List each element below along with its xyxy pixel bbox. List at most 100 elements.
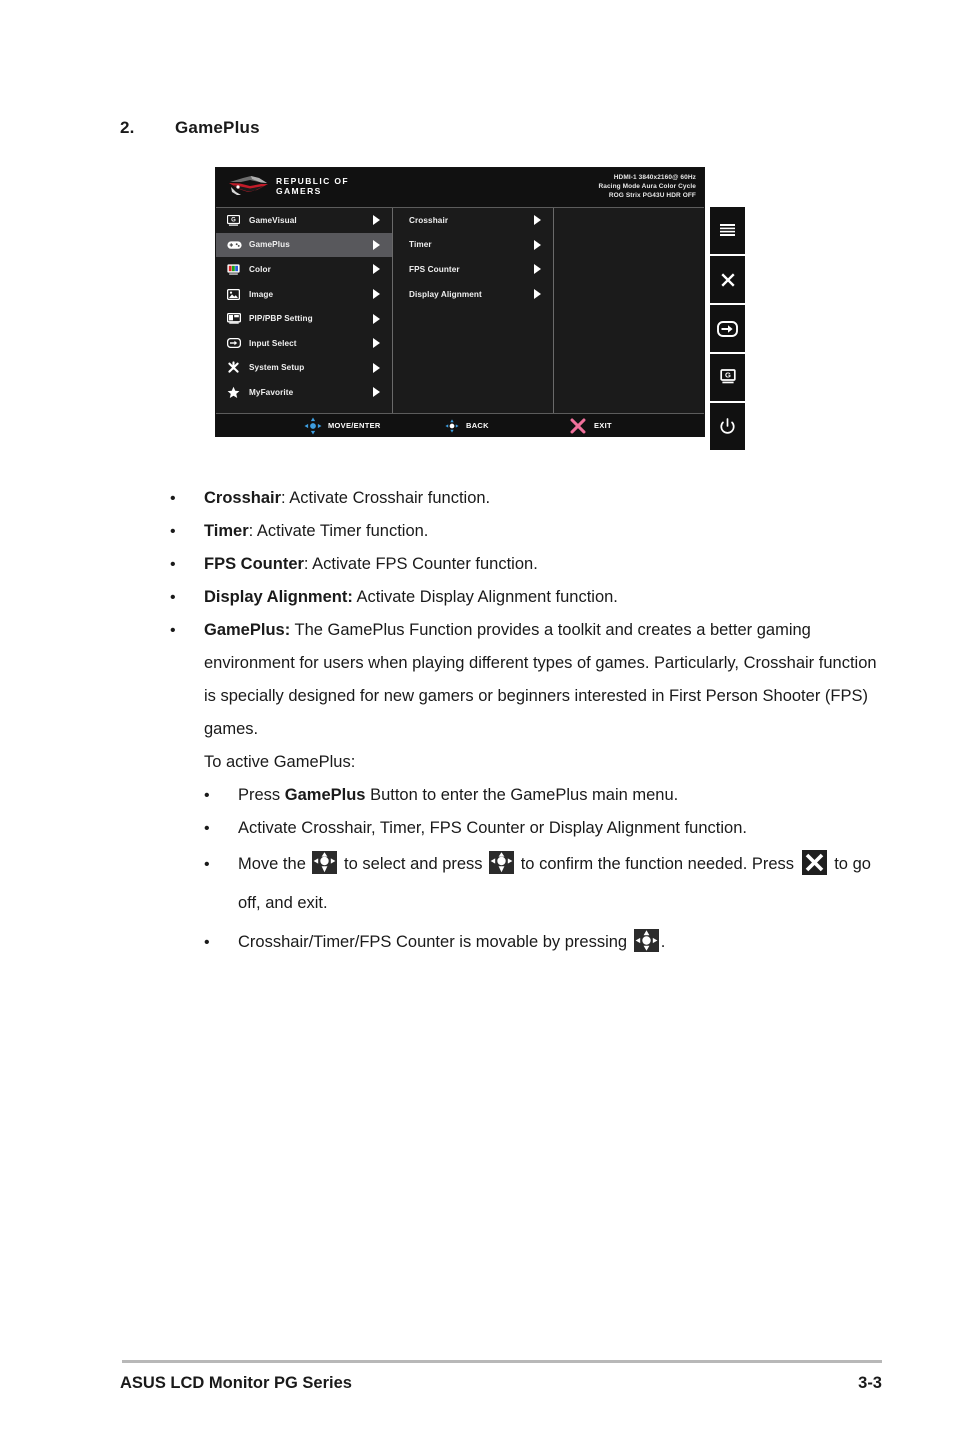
bullet-marker: • <box>170 490 176 507</box>
hint-move-enter: MOVE/ENTER <box>304 417 381 435</box>
menu-item-gamevisual[interactable]: G GameVisual <box>216 208 392 233</box>
term-gameplus: GamePlus: <box>204 621 291 639</box>
bullet-marker: • <box>170 589 176 606</box>
bullet-marker: • <box>170 622 176 639</box>
body-content: • Crosshair: Activate Crosshair function… <box>120 482 880 962</box>
menu-item-input-select[interactable]: Input Select <box>216 331 392 356</box>
menu-label: GameVisual <box>249 215 297 225</box>
term-display-alignment: Display Alignment: <box>204 588 353 606</box>
menu-label: System Setup <box>249 363 305 373</box>
bullet-marker: • <box>170 556 176 573</box>
bullet-marker: • <box>204 856 210 873</box>
osd-info-line3: ROG Strix PG43U HDR OFF <box>608 192 696 199</box>
osd-sub-menu: Crosshair Timer FPS Counter Display Alig… <box>393 208 554 413</box>
close-button[interactable] <box>710 256 745 303</box>
rog-logo: REPUBLIC OF GAMERS <box>228 175 349 197</box>
color-icon <box>227 264 249 275</box>
chevron-right-icon <box>534 264 541 275</box>
step-text-b: . <box>660 933 666 951</box>
desc-fps-counter: : Activate FPS Counter function. <box>303 555 538 573</box>
chevron-right-icon <box>534 215 541 226</box>
osd-main-menu: G GameVisual GamePlus Color Image PIP/PB… <box>216 208 393 413</box>
submenu-label: Crosshair <box>409 215 449 225</box>
menu-label: GamePlus <box>249 240 290 250</box>
osd-info-line2: Racing Mode Aura Color Cycle <box>598 183 696 190</box>
step-text-pre: Press <box>238 786 285 804</box>
menu-item-pip-pbp-setting[interactable]: PIP/PBP Setting <box>216 306 392 331</box>
chevron-right-icon <box>373 362 380 373</box>
osd-header: REPUBLIC OF GAMERS HDMI-1 3840x2160@ 60H… <box>216 168 704 208</box>
step-text: Activate Crosshair, Timer, FPS Counter o… <box>238 819 747 837</box>
gamevisual-icon: G <box>227 214 249 226</box>
hint-back: BACK <box>444 418 489 433</box>
rog-logo-wordmark: REPUBLIC OF GAMERS <box>276 176 349 196</box>
submenu-label: FPS Counter <box>409 264 460 274</box>
bullet-crosshair: • Crosshair: Activate Crosshair function… <box>120 482 880 515</box>
input-arrow-icon <box>717 320 738 337</box>
submenu-label: Display Alignment <box>409 289 482 299</box>
gamevisual-button[interactable]: G <box>710 354 745 401</box>
chevron-right-icon <box>373 264 380 275</box>
menu-label: Input Select <box>249 338 297 348</box>
submenu-item-timer[interactable]: Timer <box>393 233 553 258</box>
desc-display-alignment: Activate Display Alignment function. <box>352 588 618 606</box>
step-activate-functions: • Activate Crosshair, Timer, FPS Counter… <box>120 812 880 845</box>
joystick-icon <box>489 851 515 874</box>
osd-hint-bar: MOVE/ENTER BACK EXIT <box>216 413 704 437</box>
submenu-item-fps-counter[interactable]: FPS Counter <box>393 257 553 282</box>
svg-text:G: G <box>725 371 731 380</box>
footer-page-number: 3-3 <box>858 1374 882 1392</box>
menu-item-image[interactable]: Image <box>216 282 392 307</box>
system-setup-icon <box>227 361 249 374</box>
chevron-right-icon <box>373 215 380 226</box>
menu-item-system-setup[interactable]: System Setup <box>216 356 392 381</box>
close-x-icon <box>801 850 827 875</box>
input-select-button[interactable] <box>710 305 745 352</box>
submenu-label: Timer <box>409 240 432 250</box>
chevron-right-icon <box>534 289 541 300</box>
gameplus-icon <box>227 240 249 250</box>
bullet-marker: • <box>204 787 210 804</box>
menu-label: Image <box>249 289 274 299</box>
chevron-right-icon <box>534 239 541 250</box>
image-icon <box>227 288 249 300</box>
menu-item-color[interactable]: Color <box>216 257 392 282</box>
joystick-icon <box>445 418 459 433</box>
joystick-icon <box>633 929 659 952</box>
submenu-item-display-alignment[interactable]: Display Alignment <box>393 282 553 307</box>
desc-timer: : Activate Timer function. <box>248 522 429 540</box>
osd-panel: REPUBLIC OF GAMERS HDMI-1 3840x2160@ 60H… <box>215 167 705 437</box>
chevron-right-icon <box>373 387 380 398</box>
menu-item-gameplus[interactable]: GamePlus <box>216 232 392 258</box>
term-crosshair: Crosshair <box>204 489 282 507</box>
power-button[interactable] <box>710 403 745 450</box>
step-move-select-confirm: • Move the to select and press to confir… <box>120 845 880 923</box>
menu-button[interactable] <box>710 207 745 254</box>
hint-exit: EXIT <box>568 417 612 435</box>
hint-label: BACK <box>466 421 489 430</box>
step-text-c: to confirm the function needed. Press <box>516 855 799 873</box>
bullet-display-alignment: • Display Alignment: Activate Display Al… <box>120 581 880 614</box>
term-timer: Timer <box>204 522 249 540</box>
footer-divider <box>122 1360 882 1363</box>
hint-label: MOVE/ENTER <box>328 421 381 430</box>
input-select-icon <box>227 338 249 349</box>
osd-body: G GameVisual GamePlus Color Image PIP/PB… <box>216 208 704 413</box>
step-text-b: to select and press <box>339 855 488 873</box>
step-text-bold: GamePlus <box>284 786 366 804</box>
term-fps-counter: FPS Counter <box>204 555 304 573</box>
desc-crosshair: : Activate Crosshair function. <box>281 489 491 507</box>
submenu-item-crosshair[interactable]: Crosshair <box>393 208 553 233</box>
menu-item-myfavorite[interactable]: MyFavorite <box>216 380 392 405</box>
step-text-post: Button to enter the GamePlus main menu. <box>365 786 679 804</box>
osd-info-line1: HDMI-1 3840x2160@ 60Hz <box>613 174 696 181</box>
monitor-hardware-buttons: G <box>710 207 745 452</box>
bullet-gameplus: • GamePlus: The GamePlus Function provid… <box>120 614 880 746</box>
menu-label: MyFavorite <box>249 387 294 397</box>
joystick-icon <box>312 851 338 874</box>
rog-logo-icon <box>229 176 268 195</box>
osd-figure: REPUBLIC OF GAMERS HDMI-1 3840x2160@ 60H… <box>215 167 745 467</box>
step-movable-by-pressing: • Crosshair/Timer/FPS Counter is movable… <box>120 923 880 962</box>
close-x-icon <box>720 272 735 287</box>
bullet-timer: • Timer: Activate Timer function. <box>120 515 880 548</box>
